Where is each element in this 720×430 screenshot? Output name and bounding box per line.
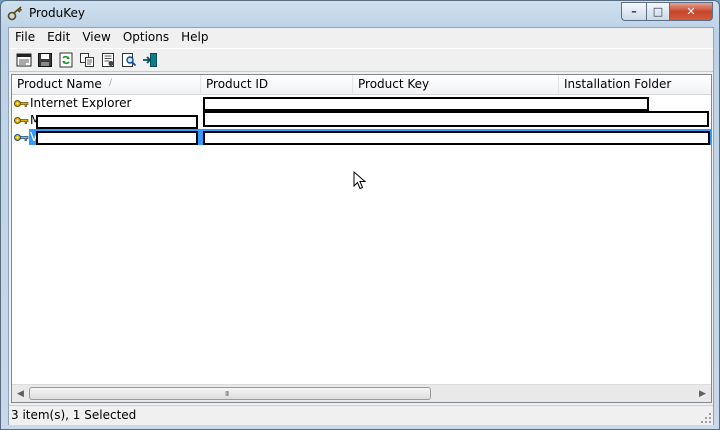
toolbar [9,48,713,72]
product-name: Internet Explorer [30,96,132,110]
close-icon: ✕ [686,5,696,18]
redacted-product-id-and-key [203,131,710,145]
column-header-label: Product Name [17,77,102,91]
table-row[interactable]: M [12,111,711,129]
key-icon [14,134,29,141]
status-text: 3 item(s), 1 Selected [11,408,137,422]
menu-file[interactable]: File [9,28,41,47]
exit-icon [143,53,157,67]
close-button[interactable]: ✕ [669,2,713,21]
sort-indicator-icon: / [108,78,112,88]
table-row[interactable]: Internet Explorer [12,95,711,112]
column-header-product-id[interactable]: Product ID [201,75,353,94]
redacted-product-id-and-key [203,111,709,127]
column-header-label: Product ID [206,77,269,91]
maximize-icon: □ [652,5,664,18]
product-list[interactable]: Product Name / Product ID Product Key In… [11,74,712,403]
refresh-icon [59,52,73,68]
copy-icon [80,53,94,67]
list-rows: Internet Explorer M [12,95,711,146]
redacted-product-id-and-key [203,97,649,111]
grip-icon: III [225,390,229,398]
title-bar[interactable]: ProduKey – □ ✕ [1,1,719,27]
produkey-window: ProduKey – □ ✕ File Edit View Options He… [0,0,720,430]
column-header-installation-folder[interactable]: Installation Folder [559,75,711,94]
minimize-button[interactable]: – [621,2,646,21]
html-report-icon [16,53,32,67]
minimize-icon: – [631,5,637,18]
exit-button[interactable] [140,50,160,70]
window-title: ProduKey [29,6,86,20]
redacted-product-name [36,115,198,129]
arrow-right-icon: ▶ [699,388,706,399]
scroll-right-button[interactable]: ▶ [694,385,711,402]
column-header-product-name[interactable]: Product Name / [12,75,201,94]
column-header-label: Product Key [358,77,430,91]
find-icon [122,53,137,67]
menu-view[interactable]: View [76,28,116,47]
key-icon [14,100,29,107]
copy-button[interactable] [77,50,97,70]
resize-grip-icon[interactable] [700,412,712,424]
arrow-left-icon: ◀ [17,388,24,399]
menu-bar: File Edit View Options Help [9,28,713,47]
menu-options[interactable]: Options [117,28,175,47]
column-header-label: Installation Folder [564,77,672,91]
column-header-product-key[interactable]: Product Key [353,75,559,94]
properties-icon [102,53,114,67]
table-row-selected[interactable]: V [12,129,711,146]
app-key-icon [7,6,23,21]
list-header: Product Name / Product ID Product Key In… [12,75,711,95]
mouse-pointer-icon [353,171,367,190]
html-report-button[interactable] [14,50,34,70]
properties-button[interactable] [98,50,118,70]
redacted-product-name [36,131,198,145]
horizontal-scrollbar[interactable]: ◀ III ▶ [12,384,711,402]
status-bar: 3 item(s), 1 Selected [9,405,713,425]
menu-edit[interactable]: Edit [41,28,76,47]
maximize-button[interactable]: □ [646,2,669,21]
save-button[interactable] [35,50,55,70]
key-icon [14,117,29,124]
refresh-button[interactable] [56,50,76,70]
client-area: File Edit View Options Help Product Name… [8,27,714,425]
find-button[interactable] [119,50,139,70]
menu-help[interactable]: Help [175,28,214,47]
scrollbar-thumb[interactable]: III [29,387,431,400]
caption-buttons: – □ ✕ [621,2,713,21]
scroll-left-button[interactable]: ◀ [12,385,29,402]
save-icon [38,53,52,67]
